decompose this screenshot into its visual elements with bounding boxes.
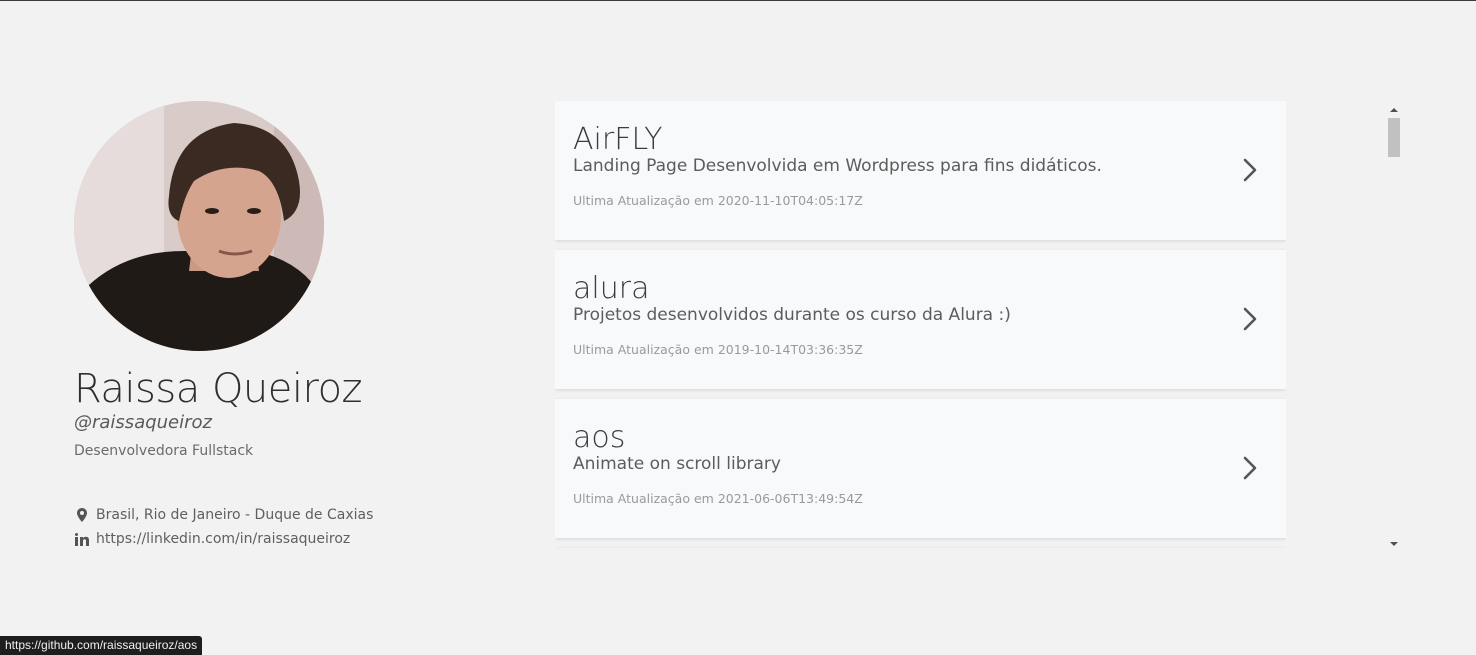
profile-role: Desenvolvedora Fullstack [74, 443, 254, 459]
location-row: Brasil, Rio de Janeiro - Duque de Caxias [74, 503, 494, 527]
scrollbar[interactable] [1386, 104, 1402, 548]
repo-updated-date: 2021-06-06T13:49:54Z [717, 491, 863, 506]
repo-card[interactable]: aos Animate on scroll library Ultima Atu… [555, 399, 1286, 538]
repo-description: Projetos desenvolvidos durante os curso … [573, 305, 1011, 325]
chevron-right-icon[interactable] [1238, 306, 1262, 332]
location-text: Brasil, Rio de Janeiro - Duque de Caxias [96, 507, 374, 523]
repo-title: alura [573, 271, 650, 306]
profile-meta: Brasil, Rio de Janeiro - Duque de Caxias… [74, 503, 494, 551]
profile-handle: @raissaqueiroz [74, 412, 212, 433]
avatar [74, 101, 324, 351]
chevron-right-icon[interactable] [1238, 157, 1262, 183]
repo-card[interactable]: AirFLY Landing Page Desenvolvida em Word… [555, 101, 1286, 240]
chevron-right-icon[interactable] [1238, 455, 1262, 481]
profile-panel: Raissa Queiroz @raissaqueiroz Desenvolve… [74, 101, 494, 551]
repo-updated: Ultima Atualização em 2020-11-10T04:05:17… [573, 193, 1268, 208]
repo-card[interactable]: alura Projetos desenvolvidos durante os … [555, 250, 1286, 389]
repo-updated-label: Ultima Atualização em [573, 491, 714, 506]
profile-name: Raissa Queiroz [74, 366, 363, 412]
avatar-photo [74, 101, 324, 351]
repo-updated: Ultima Atualização em 2021-06-06T13:49:54… [573, 491, 1268, 506]
repo-description: Landing Page Desenvolvida em Wordpress p… [573, 156, 1102, 176]
repo-updated-label: Ultima Atualização em [573, 342, 714, 357]
repo-title: AirFLY [573, 122, 663, 157]
scroll-down-arrow-icon[interactable] [1390, 542, 1398, 546]
linkedin-link[interactable]: https://linkedin.com/in/raissaqueiroz [96, 531, 350, 547]
scroll-thumb[interactable] [1388, 118, 1400, 157]
status-url: https://github.com/raissaqueiroz/aos [0, 636, 203, 655]
repo-updated-label: Ultima Atualização em [573, 193, 714, 208]
repo-updated: Ultima Atualização em 2019-10-14T03:36:35… [573, 342, 1268, 357]
window-top-border [0, 0, 1476, 1]
linkedin-row[interactable]: https://linkedin.com/in/raissaqueiroz [74, 527, 494, 551]
linkedin-icon [74, 531, 90, 547]
repo-description: Animate on scroll library [573, 454, 781, 474]
map-marker-icon [74, 507, 90, 523]
repo-list[interactable]: AirFLY Landing Page Desenvolvida em Word… [555, 101, 1286, 548]
scroll-up-arrow-icon[interactable] [1390, 108, 1398, 112]
repo-updated-date: 2020-11-10T04:05:17Z [717, 193, 863, 208]
repo-title: aos [573, 420, 626, 455]
repo-updated-date: 2019-10-14T03:36:35Z [717, 342, 863, 357]
